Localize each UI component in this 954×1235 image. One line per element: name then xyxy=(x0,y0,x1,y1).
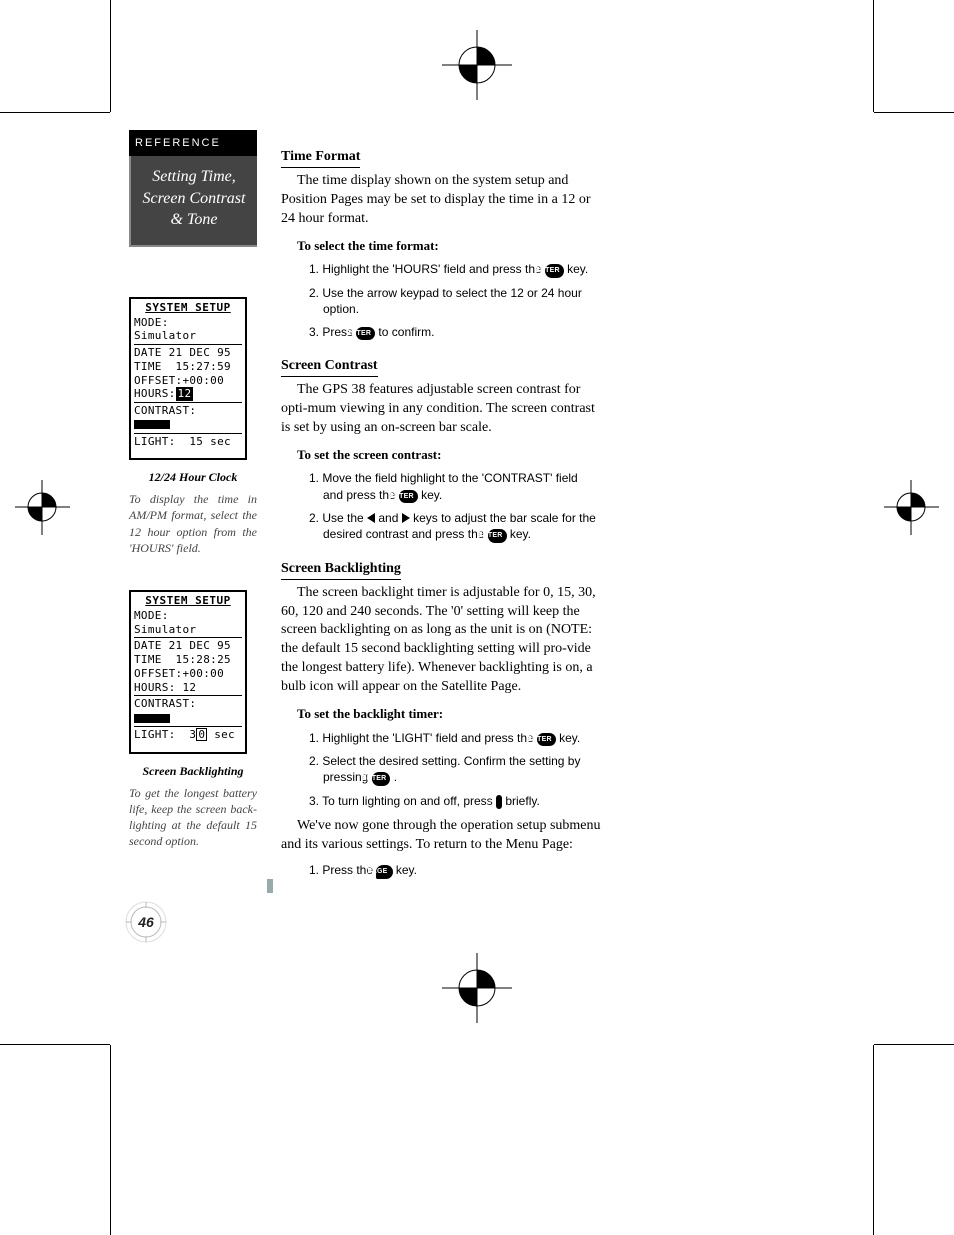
gutter-mark xyxy=(267,879,273,893)
crop-mark xyxy=(110,1045,111,1235)
steps-time-format: 1. Highlight the 'HOURS' field and press… xyxy=(309,261,601,340)
lcd2-time: TIME 15:28:25 xyxy=(134,653,242,667)
step: 1. Move the field highlight to the 'CONT… xyxy=(309,470,601,503)
lcd-figure-2: SYSTEM SETUP MODE: Simulator DATE 21 DEC… xyxy=(129,590,247,754)
crop-mark xyxy=(0,1044,110,1045)
lcd1-note: To display the time in AM/PM format, sel… xyxy=(129,491,257,556)
sidebar-title: Setting Time, Screen Contrast & Tone xyxy=(129,156,257,245)
steps-contrast: 1. Move the field highlight to the 'CONT… xyxy=(309,470,601,542)
step: 2. Select the desired setting. Confirm t… xyxy=(309,753,601,786)
para-time-format: The time display shown on the system set… xyxy=(281,172,601,229)
crop-mark xyxy=(874,112,954,113)
registration-mark-bottom-icon xyxy=(442,953,512,1023)
registration-mark-right-icon xyxy=(884,480,939,535)
enter-key-icon: ENTER xyxy=(488,529,507,542)
lcd1-caption: 12/24 Hour Clock xyxy=(129,470,257,485)
title-line-3: & Tone xyxy=(135,209,253,231)
enter-key-icon: ENTER xyxy=(545,264,564,277)
step: 3. Press ENTER to confirm. xyxy=(309,324,601,340)
steps-return: 1. Press the PAGE key. xyxy=(309,862,601,878)
lcd1-time: TIME 15:27:59 xyxy=(134,360,242,374)
heading-screen-contrast: Screen Contrast xyxy=(281,357,378,377)
lcd1-hours-highlight: 12 xyxy=(176,387,194,401)
lcd2-header: SYSTEM SETUP xyxy=(134,594,242,608)
heading-time-format: Time Format xyxy=(281,148,360,168)
crop-mark xyxy=(110,0,111,112)
lcd2-note: To get the longest battery life, keep th… xyxy=(129,785,257,850)
step: 2. Use the and keys to adjust the bar sc… xyxy=(309,510,601,543)
para-return: We've now gone through the operation set… xyxy=(281,817,601,855)
para-screen-contrast: The GPS 38 features adjustable screen co… xyxy=(281,381,601,438)
sub-set-backlight: To set the backlight timer: xyxy=(297,705,601,723)
lcd2-contrast-bar xyxy=(134,711,242,725)
lcd1-offset: OFFSET:+00:00 xyxy=(134,374,242,388)
step: 1. Press the PAGE key. xyxy=(309,862,601,878)
lcd1-mode-value: Simulator xyxy=(134,329,242,343)
enter-key-icon: ENTER xyxy=(399,490,418,503)
main-column: Time Format The time display shown on th… xyxy=(281,148,601,886)
crop-mark xyxy=(873,0,874,112)
step: 1. Highlight the 'LIGHT' field and press… xyxy=(309,730,601,746)
lcd2-caption: Screen Backlighting xyxy=(129,764,257,779)
enter-key-icon: ENTER xyxy=(372,772,391,785)
page-number: 46 xyxy=(124,900,168,944)
lcd2-date: DATE 21 DEC 95 xyxy=(134,639,242,653)
lcd1-header: SYSTEM SETUP xyxy=(134,301,242,315)
crop-mark xyxy=(0,112,110,113)
reference-tab: REFERENCE xyxy=(129,130,257,156)
enter-key-icon: ENTER xyxy=(356,327,375,340)
title-line-1: Setting Time, xyxy=(135,166,253,188)
step: 3. To turn lighting on and off, press ☼ … xyxy=(309,793,601,810)
lcd2-offset: OFFSET:+00:00 xyxy=(134,667,242,681)
lcd1-hours: HOURS:12 xyxy=(134,387,242,401)
steps-backlight: 1. Highlight the 'LIGHT' field and press… xyxy=(309,730,601,810)
lcd1-mode-label: MODE: xyxy=(134,316,242,330)
lcd2-mode-label: MODE: xyxy=(134,609,242,623)
page-number-badge: 46 xyxy=(124,900,168,944)
lcd1-light: LIGHT: 15 sec xyxy=(134,435,242,449)
right-arrow-icon xyxy=(402,513,410,523)
registration-mark-left-icon xyxy=(15,480,70,535)
lcd-figure-1: SYSTEM SETUP MODE: Simulator DATE 21 DEC… xyxy=(129,297,247,461)
lcd2-contrast-label: CONTRAST: xyxy=(134,697,242,711)
lcd1-date: DATE 21 DEC 95 xyxy=(134,346,242,360)
enter-key-icon: ENTER xyxy=(537,733,556,746)
lcd2-hours: HOURS: 12 xyxy=(134,681,242,695)
title-rule xyxy=(129,245,257,247)
para-backlighting: The screen backlight timer is adjustable… xyxy=(281,584,601,697)
step: 1. Highlight the 'HOURS' field and press… xyxy=(309,261,601,277)
sidebar: REFERENCE Setting Time, Screen Contrast … xyxy=(129,130,257,849)
lcd2-light-cursor: 0 xyxy=(196,728,207,741)
lcd1-contrast-bar xyxy=(134,418,242,432)
lcd2-mode-value: Simulator xyxy=(134,623,242,637)
step: 2. Use the arrow keypad to select the 12… xyxy=(309,285,601,317)
page-key-icon: PAGE xyxy=(376,865,392,878)
crop-mark xyxy=(874,1044,954,1045)
crop-mark xyxy=(873,1045,874,1235)
left-arrow-icon xyxy=(367,513,375,523)
sub-select-time-format: To select the time format: xyxy=(297,237,601,255)
lcd1-contrast-label: CONTRAST: xyxy=(134,404,242,418)
title-line-2: Screen Contrast xyxy=(135,188,253,210)
heading-backlighting: Screen Backlighting xyxy=(281,560,401,580)
sub-set-contrast: To set the screen contrast: xyxy=(297,446,601,464)
lcd2-light: LIGHT: 30 sec xyxy=(134,728,242,742)
registration-mark-top-icon xyxy=(442,30,512,100)
